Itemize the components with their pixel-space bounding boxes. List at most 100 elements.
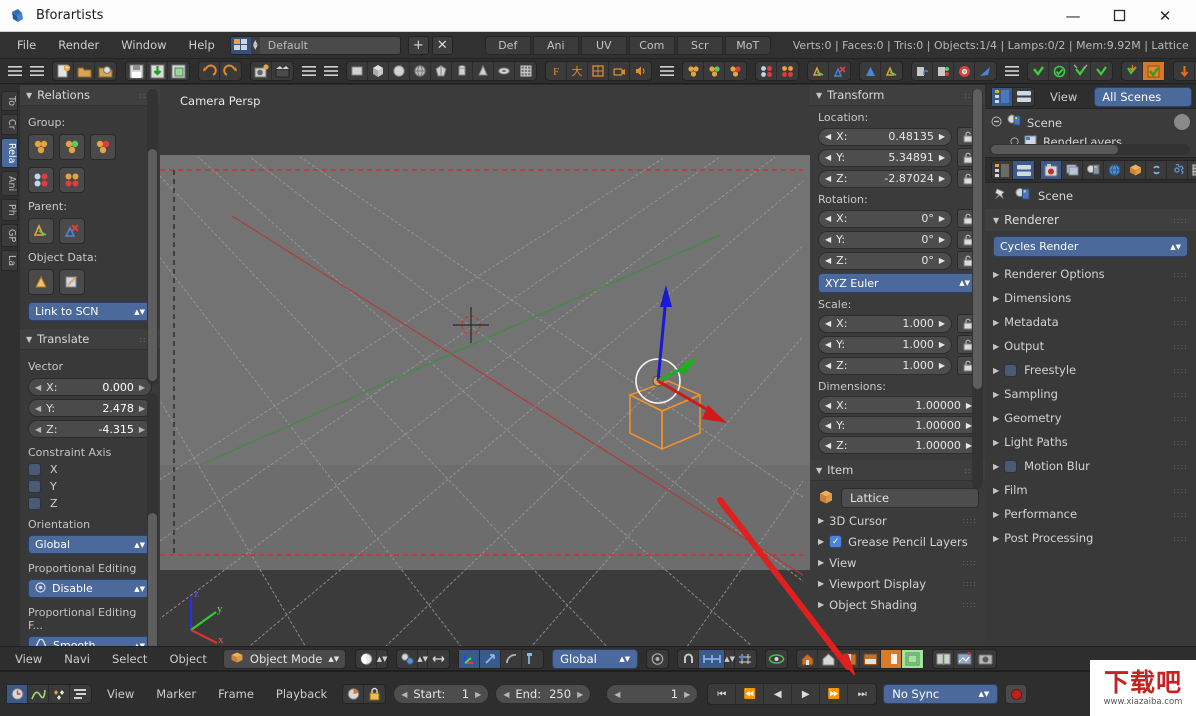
location-y-field[interactable]: ◀ Y: 5.34891 ▶ xyxy=(818,149,952,167)
toolshelf-tab-last-operator[interactable]: La xyxy=(1,250,18,271)
sync-mode-dropdown[interactable]: No Sync ▲▼ xyxy=(883,684,998,704)
location-x-field[interactable]: ◀ X: 0.48135 ▶ xyxy=(818,128,952,146)
section-3d-cursor[interactable]: ▶ 3D Cursor :::: xyxy=(810,510,985,531)
viewport-menu-navi[interactable]: Navi xyxy=(53,650,101,668)
section-object-shading[interactable]: ▶ Object Shading :::: xyxy=(810,594,985,615)
properties-tab-render-layers[interactable] xyxy=(1062,161,1083,179)
proportional-editing-dropdown[interactable]: Disable ▲▼ xyxy=(28,579,152,598)
item-panel-header[interactable]: ▼ Item :::: xyxy=(810,460,985,481)
grease-pencil-checkbox-icon[interactable]: ✓ xyxy=(829,535,842,548)
loc-x-inc-icon[interactable]: ▶ xyxy=(939,132,945,141)
frame-dec-icon[interactable]: ◀ xyxy=(614,690,620,699)
dim-z-dec-icon[interactable]: ◀ xyxy=(825,441,831,450)
layer-icon-green[interactable] xyxy=(902,650,923,668)
properties-section-freestyle[interactable]: ▶ Freestyle :::: xyxy=(985,358,1196,382)
lock-keyframe-icon[interactable] xyxy=(364,685,385,703)
rotation-x-field[interactable]: ◀ X: 0° ▶ xyxy=(818,210,952,228)
layout-tab-uv[interactable]: UV xyxy=(581,36,627,55)
outliner-display-mode-icon[interactable] xyxy=(1013,88,1034,106)
add-grid-icon[interactable] xyxy=(515,62,536,80)
increment-arrow-icon-z[interactable]: ▶ xyxy=(139,425,145,434)
remove-screen-button[interactable]: ✕ xyxy=(432,36,453,55)
redo-icon[interactable] xyxy=(220,62,241,80)
dimensions-x-field[interactable]: ◀ X: 1.00000 ▶ xyxy=(818,396,979,414)
convert-to-icon[interactable] xyxy=(1174,62,1195,80)
minimize-button[interactable]: — xyxy=(1050,0,1096,32)
apply-transform-icon[interactable] xyxy=(1122,62,1143,80)
group-link-icon[interactable] xyxy=(756,62,777,80)
item-name-field[interactable]: Lattice xyxy=(841,488,979,508)
timeline-menu-view[interactable]: View xyxy=(96,685,145,703)
render-preview-eye-icon[interactable] xyxy=(766,650,787,668)
start-dec-icon[interactable]: ◀ xyxy=(401,690,407,699)
new-file-icon[interactable]: + xyxy=(53,62,74,80)
close-button[interactable]: ✕ xyxy=(1142,0,1188,32)
toggle-quad-view-icon[interactable] xyxy=(933,650,954,668)
properties-tab-object[interactable] xyxy=(1125,161,1146,179)
scale-x-inc-icon[interactable]: ▶ xyxy=(939,319,945,328)
set-parent-button[interactable] xyxy=(28,218,54,244)
add-torus-icon[interactable] xyxy=(494,62,515,80)
interaction-mode-dropdown[interactable]: Object Mode ▲▼ xyxy=(223,649,346,669)
play-button[interactable]: ▶ xyxy=(792,684,820,704)
add-screen-button[interactable]: + xyxy=(408,36,429,55)
link-object-data-icon[interactable] xyxy=(860,62,881,80)
group-select-icon[interactable] xyxy=(777,62,798,80)
manipulator-toggle-icon[interactable] xyxy=(459,650,480,668)
start-frame-field[interactable]: ◀ Start: 1 ▶ xyxy=(393,684,489,704)
loc-y-dec-icon[interactable]: ◀ xyxy=(825,153,831,162)
loc-y-inc-icon[interactable]: ▶ xyxy=(939,153,945,162)
properties-section-light-paths[interactable]: ▶ Light Paths :::: xyxy=(985,430,1196,454)
properties-tab-scene[interactable] xyxy=(1083,161,1104,179)
decrement-arrow-icon[interactable]: ◀ xyxy=(35,383,41,392)
current-frame-field[interactable]: ◀ 1 ▶ xyxy=(606,684,698,704)
translate-vector-z[interactable]: ◀ Z: -4.315 ▶ xyxy=(28,420,152,438)
properties-editor-type-icon[interactable] xyxy=(992,161,1013,179)
add-sphere-icon[interactable] xyxy=(389,62,410,80)
layer-icon-active[interactable] xyxy=(881,650,902,668)
dim-y-dec-icon[interactable]: ◀ xyxy=(825,421,831,430)
previous-keyframe-button[interactable]: ⏪ xyxy=(736,684,764,704)
scale-x-dec-icon[interactable]: ◀ xyxy=(825,319,831,328)
view-menu-icon[interactable] xyxy=(302,61,316,81)
scale-manipulator-icon[interactable] xyxy=(522,650,543,668)
group-remove-from-all-button[interactable] xyxy=(28,167,54,193)
properties-tab-constraints[interactable] xyxy=(1146,161,1167,179)
scale-x-field[interactable]: ◀ X: 1.000 ▶ xyxy=(818,315,952,333)
npanel-scrollbar[interactable] xyxy=(972,89,983,489)
translate-manipulator-icon[interactable] xyxy=(480,650,501,668)
translate-vector-x[interactable]: ◀ X: 0.000 ▶ xyxy=(28,378,152,396)
end-frame-field[interactable]: ◀ End: 250 ▶ xyxy=(495,684,591,704)
viewport-menu-select[interactable]: Select xyxy=(101,650,158,668)
group-remove-button[interactable] xyxy=(90,134,116,160)
record-button[interactable] xyxy=(1005,684,1027,704)
layout-tab-com[interactable]: Com xyxy=(629,36,675,55)
checkbox-z-icon[interactable] xyxy=(28,497,41,510)
properties-section-performance[interactable]: ▶ Performance :::: xyxy=(985,502,1196,526)
rotation-y-field[interactable]: ◀ Y: 0° ▶ xyxy=(818,231,952,249)
rot-y-inc-icon[interactable]: ▶ xyxy=(939,235,945,244)
add-cube-icon[interactable] xyxy=(368,62,389,80)
transform-icon[interactable] xyxy=(933,62,954,80)
scale-z-dec-icon[interactable]: ◀ xyxy=(825,361,831,370)
orientation-dropdown[interactable]: Global ▲▼ xyxy=(28,535,152,554)
outliner-collapse-icon[interactable] xyxy=(991,116,1002,130)
outliner-editor-type-icon[interactable] xyxy=(992,88,1013,106)
group-remove-icon[interactable] xyxy=(725,62,746,80)
increment-arrow-icon[interactable]: ▶ xyxy=(139,383,145,392)
properties-section-film[interactable]: ▶ Film :::: xyxy=(985,478,1196,502)
transform-orientation-dropdown[interactable]: Global ▲▼ xyxy=(552,649,638,669)
set-parent-icon[interactable] xyxy=(808,62,829,80)
jump-to-end-button[interactable]: ⏭ xyxy=(848,684,876,704)
snap-selection-to-grid-icon[interactable] xyxy=(1049,62,1070,80)
group-select-button[interactable] xyxy=(59,167,85,193)
3d-viewport[interactable]: z y x Camera Persp (1) Lattice xyxy=(160,85,810,671)
renderer-panel-header[interactable]: ▼ Renderer :::: xyxy=(985,209,1196,231)
object-menu-icon[interactable] xyxy=(660,61,674,81)
proportional-editing-toggle-icon[interactable] xyxy=(647,650,668,668)
file-menu-icon[interactable] xyxy=(8,61,22,81)
toolshelf-scrollbar-lower[interactable] xyxy=(147,393,158,663)
add-uv-sphere-icon[interactable] xyxy=(410,62,431,80)
rotation-z-field[interactable]: ◀ Z: 0° ▶ xyxy=(818,252,952,270)
properties-section-motion-blur[interactable]: ▶ Motion Blur :::: xyxy=(985,454,1196,478)
